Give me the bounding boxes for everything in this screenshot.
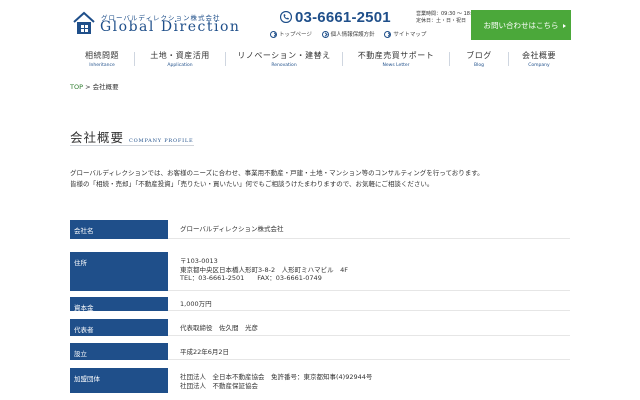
nav-item-blog[interactable]: ブログ Blog (450, 50, 508, 74)
page-title-en: COMPANY PROFILE (129, 138, 194, 144)
table-spacer (70, 336, 570, 343)
breadcrumb: TOP > 会社概要 (70, 81, 119, 91)
nav-label: 会社概要 (522, 51, 556, 60)
holidays-line: 定休日：土・日・祝日 (416, 18, 467, 24)
row-header: 設立 (70, 343, 168, 360)
association-line: 社団法人 不動産保証協会 (180, 381, 258, 390)
arrow-circle-icon (384, 30, 392, 38)
link-label: 個人情報保護方針 (330, 32, 375, 38)
row-header: 住所 (70, 252, 168, 291)
house-logo-icon[interactable] (72, 10, 96, 36)
main-nav: 相続問題 Inheritance 土地・資産活用 Application リノベ… (70, 50, 570, 74)
row-value: 社団法人 全日本不動産協会 免許番号：東京都知事(4)92944号 社団法人 不… (180, 368, 372, 390)
table-row-company-name: 会社名 グローバルディレクション株式会社 (70, 220, 570, 239)
nav-item-company[interactable]: 会社概要 Company (509, 50, 569, 74)
row-value: 平成22年6月2日 (180, 348, 230, 356)
nav-item-renovation[interactable]: リノベーション・建替え Renovation (226, 50, 342, 74)
business-hours: 営業時間：09:30 ～ 18:30 定休日：土・日・祝日 (416, 11, 478, 25)
row-header: 資本金 (70, 297, 168, 312)
intro-line: 皆様の「相続・売却」「不動産投資」「売りたい・買いたい」何でもご相談うけたまわり… (70, 180, 434, 188)
site-header: グローバルディレクション株式会社 Global Direction 03-666… (0, 0, 640, 44)
page-title-jp: 会社概要 (70, 130, 125, 145)
table-row-capital: 資本金 1,000万円 (70, 297, 570, 312)
association-line: 社団法人 全日本不動産協会 免許番号：東京都知事(4)92944号 (180, 373, 373, 381)
row-value: 1,000万円 (180, 300, 212, 308)
nav-label: 相続問題 (85, 51, 119, 60)
table-spacer (70, 239, 570, 252)
arrow-circle-icon (321, 30, 329, 38)
nav-sublabel: Company (528, 63, 550, 68)
breadcrumb-separator: > (83, 83, 93, 91)
sitemap-link[interactable]: サイトマップ (384, 30, 426, 38)
title-divider (70, 145, 194, 146)
hours-line: 営業時間：09:30 ～ 18:30 (416, 11, 478, 17)
street-address: 東京都中央区日本橋人形町3-8-2 人形町ミハマビル 4F (180, 265, 348, 274)
nav-label: 土地・資産活用 (150, 51, 210, 60)
utility-links: トップページ 個人情報保護方針 サイトマップ (270, 30, 434, 40)
nav-sublabel: Application (167, 63, 193, 68)
nav-sublabel: News Letter (382, 63, 410, 68)
privacy-policy-link[interactable]: 個人情報保護方針 (321, 30, 375, 38)
tel-fax: TEL：03-6661-2501 FAX：03-6661-0749 (180, 274, 322, 282)
table-row-representative: 代表者 代表取締役 佐久間 光彦 (70, 319, 570, 336)
row-header: 会社名 (70, 220, 168, 239)
nav-sublabel: Blog (474, 63, 484, 68)
breadcrumb-top-link[interactable]: TOP (70, 83, 83, 91)
link-label: トップページ (279, 32, 312, 38)
top-page-link[interactable]: トップページ (270, 30, 312, 38)
table-row-associations: 加盟団体 社団法人 全日本不動産協会 免許番号：東京都知事(4)92944号 社… (70, 368, 570, 393)
intro-text: グローバルディレクションでは、お客様のニーズに合わせ、事業用不動産・戸建・土地・… (70, 168, 484, 190)
nav-item-application[interactable]: 土地・資産活用 Application (135, 50, 225, 74)
company-info-table: 会社名 グローバルディレクション株式会社 住所 〒103-0013 東京都中央区… (70, 220, 570, 393)
logo-wordmark[interactable]: Global Direction (100, 19, 240, 35)
contact-button[interactable]: お問い合わせはこちら (471, 10, 571, 40)
breadcrumb-current: 会社概要 (92, 83, 119, 91)
table-row-founded: 設立 平成22年6月2日 (70, 343, 570, 360)
row-value: グローバルディレクション株式会社 (180, 225, 284, 233)
phone-number[interactable]: 03-6661-2501 (295, 9, 391, 26)
nav-item-inheritance[interactable]: 相続問題 Inheritance (70, 50, 134, 74)
table-spacer (70, 311, 570, 319)
postal-code: 〒103-0013 (180, 257, 218, 265)
arrow-circle-icon (270, 30, 277, 38)
table-row-address: 住所 〒103-0013 東京都中央区日本橋人形町3-8-2 人形町ミハマビル … (70, 252, 570, 291)
page-title: 会社概要 COMPANY PROFILE (70, 127, 193, 146)
nav-label: リノベーション・建替え (237, 51, 331, 60)
row-header: 代表者 (70, 319, 168, 336)
nav-label: ブログ (466, 51, 492, 60)
nav-item-real-estate-support[interactable]: 不動産売買サポート News Letter (343, 50, 449, 74)
row-header: 加盟団体 (70, 368, 168, 393)
intro-line: グローバルディレクションでは、お客様のニーズに合わせ、事業用不動産・戸建・土地・… (70, 169, 484, 177)
phone-icon (280, 11, 292, 23)
row-value: 〒103-0013 東京都中央区日本橋人形町3-8-2 人形町ミハマビル 4F … (180, 252, 348, 283)
nav-sublabel: Renovation (271, 63, 297, 68)
nav-label: 不動産売買サポート (357, 51, 435, 60)
row-value: 代表取締役 佐久間 光彦 (180, 324, 258, 332)
link-label: サイトマップ (393, 32, 427, 38)
nav-sublabel: Inheritance (89, 63, 115, 68)
table-spacer (70, 360, 570, 368)
